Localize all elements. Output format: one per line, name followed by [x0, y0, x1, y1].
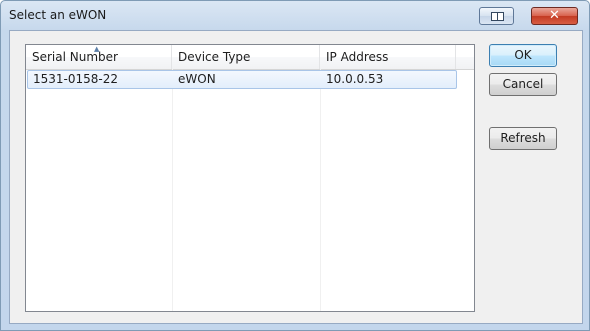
dialog-window: Select an eWON ✕ ▲ Serial Number Device … — [0, 0, 590, 331]
close-icon: ✕ — [549, 8, 560, 23]
context-help-button[interactable] — [479, 7, 514, 25]
column-header-ip-address[interactable]: IP Address — [320, 45, 456, 69]
column-header-label: Serial Number — [32, 50, 118, 64]
cell-serial-number: 1531-0158-22 — [33, 72, 119, 86]
close-button[interactable]: ✕ — [531, 7, 578, 25]
cell-ip-address: 10.0.0.53 — [326, 72, 384, 86]
window-title: Select an eWON — [9, 8, 107, 22]
device-list[interactable]: ▲ Serial Number Device Type IP Address 1… — [25, 44, 475, 312]
sort-ascending-icon: ▲ — [94, 45, 100, 53]
table-row[interactable]: 1531-0158-22 eWON 10.0.0.53 — [27, 70, 457, 89]
cell-device-type: eWON — [178, 72, 216, 86]
refresh-button[interactable]: Refresh — [489, 127, 557, 150]
title-bar[interactable]: Select an eWON ✕ — [1, 1, 589, 31]
column-header-label: Device Type — [178, 50, 251, 64]
list-header: ▲ Serial Number Device Type IP Address — [26, 45, 474, 70]
ok-button[interactable]: OK — [489, 44, 557, 67]
column-divider — [172, 69, 173, 311]
column-header-filler — [456, 45, 474, 69]
dialog-body: ▲ Serial Number Device Type IP Address 1… — [9, 30, 583, 324]
cancel-button[interactable]: Cancel — [489, 73, 557, 96]
column-header-serial-number[interactable]: ▲ Serial Number — [26, 45, 172, 69]
column-divider — [320, 69, 321, 311]
column-header-label: IP Address — [326, 50, 389, 64]
context-help-icon — [491, 12, 504, 21]
column-header-device-type[interactable]: Device Type — [172, 45, 320, 69]
